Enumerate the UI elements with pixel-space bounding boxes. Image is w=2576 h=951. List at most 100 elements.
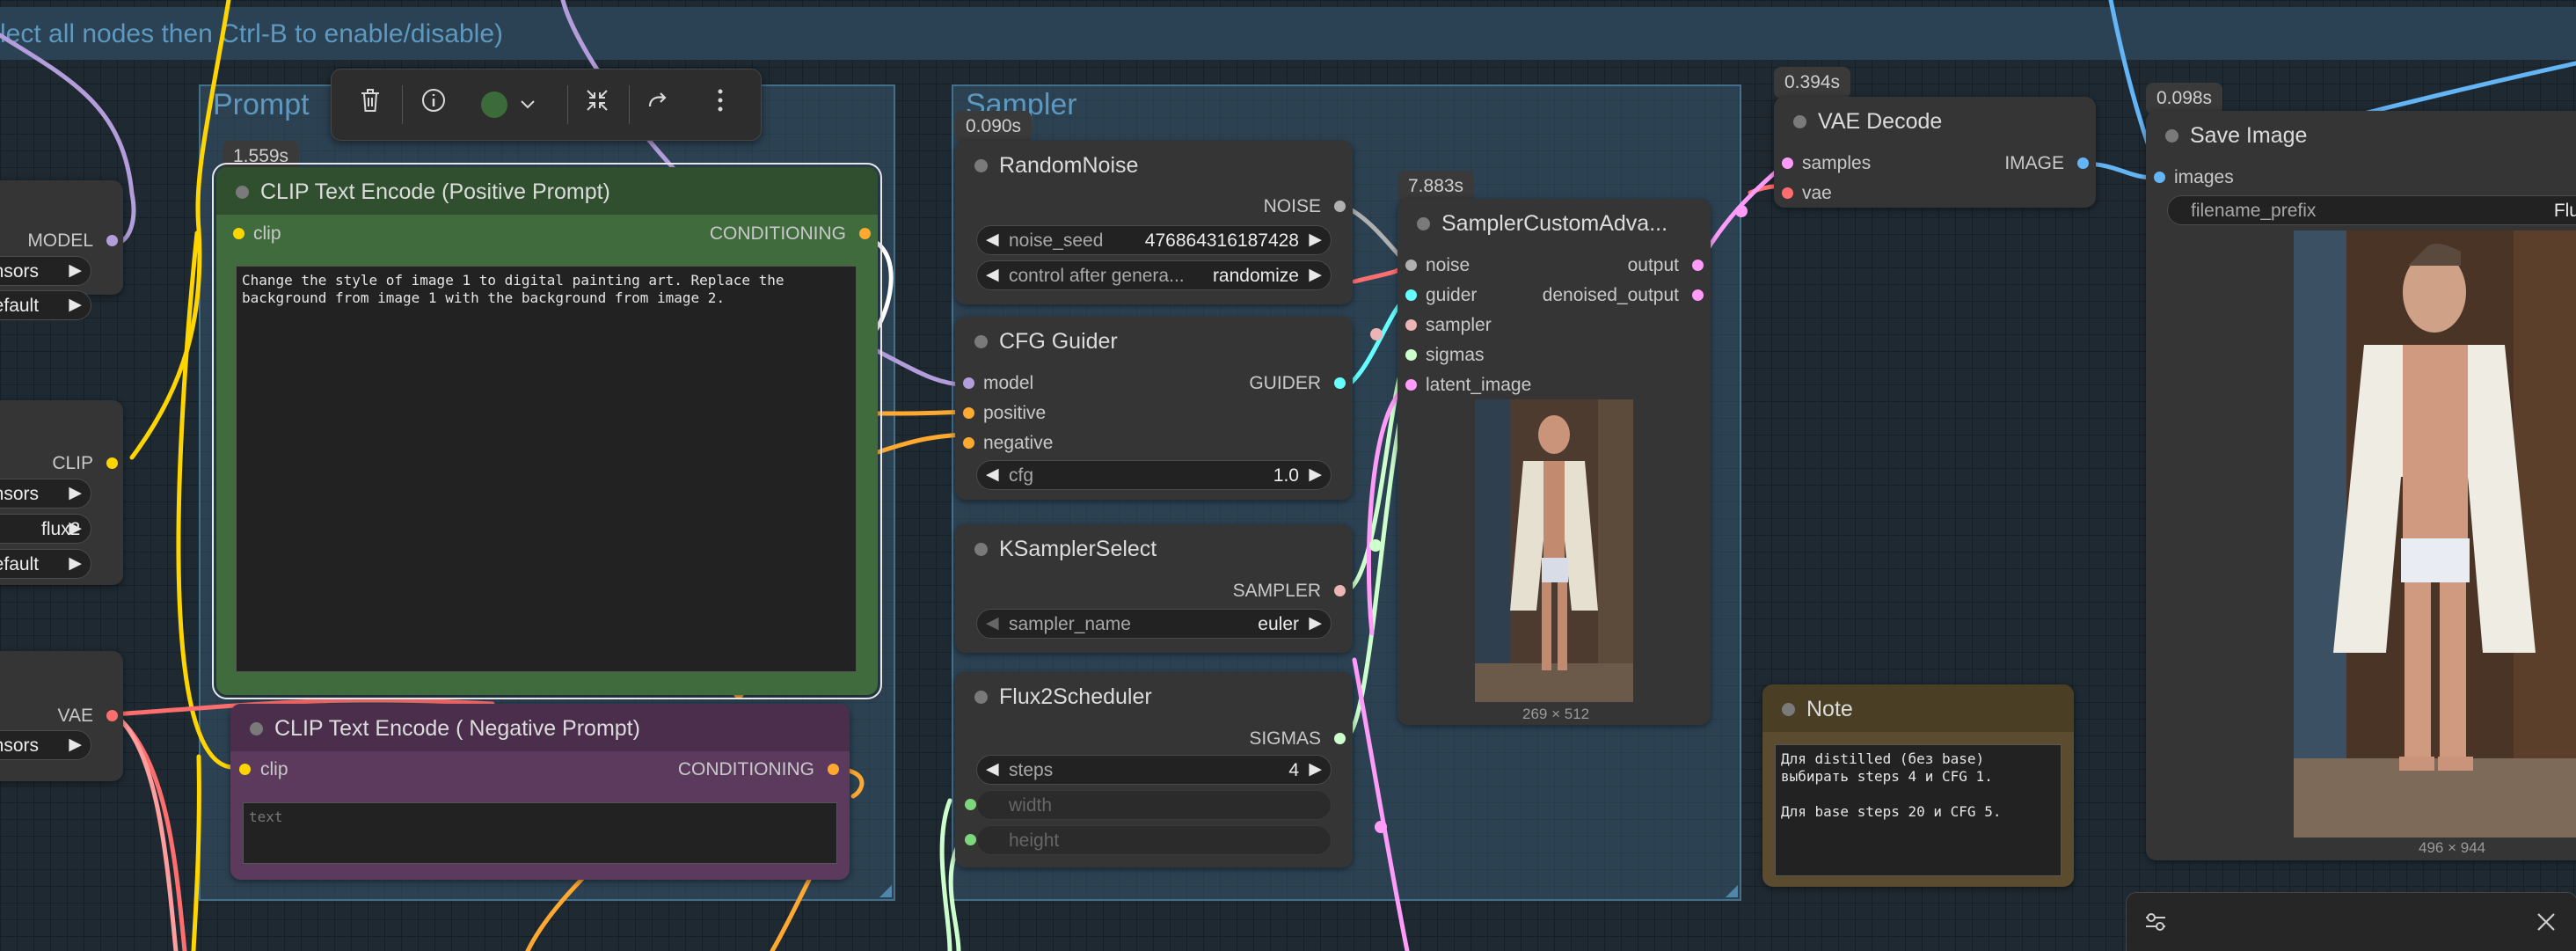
output-pin-conditioning[interactable] (859, 228, 871, 239)
prompt-textarea[interactable]: Change the style of image 1 to digital p… (236, 266, 857, 672)
node-title-bar[interactable]: Note (1762, 684, 2074, 732)
node-title: KSamplerSelect (999, 537, 1157, 561)
node-title-bar[interactable]: RandomNoise (955, 141, 1353, 188)
input-pin-width[interactable] (965, 799, 976, 810)
input-pin-height[interactable] (965, 834, 976, 845)
input-pin-negative[interactable] (963, 437, 974, 449)
collapse-dot[interactable] (974, 691, 988, 704)
cfg-widget[interactable]: ◀ cfg 1.0 ▶ (976, 460, 1332, 490)
input-label-positive: positive (983, 403, 1047, 423)
execution-time-badge: 7.883s (1397, 171, 1475, 202)
node-title-bar[interactable]: CFG Guider (955, 317, 1353, 364)
cond-wire-neg-2 (872, 432, 967, 456)
node-title-bar[interactable]: Save Image (2146, 111, 2576, 158)
node-random-noise[interactable]: RandomNoise NOISE ◀ noise_seed 47686431618… (955, 141, 1353, 304)
node-clip-loader-partial[interactable]: CLIP ensors▶ flux2▶ default▶ (0, 400, 123, 585)
node-title-bar[interactable]: VAE Decode (1774, 97, 2096, 144)
node-title-bar[interactable]: CLIP Text Encode ( Negative Prompt) (230, 704, 850, 751)
collapse-dot[interactable] (974, 543, 988, 556)
control-after-generate-widget[interactable]: ◀ control after genera... randomize ▶ (976, 260, 1332, 290)
sampler-name-widget[interactable]: ◀ sampler_name euler ▶ (976, 609, 1332, 639)
output-pin-model[interactable] (106, 235, 118, 246)
collapse-dot[interactable] (974, 335, 988, 348)
output-pin-vae[interactable] (106, 710, 118, 721)
node-title-bar[interactable]: Flux2Scheduler (955, 672, 1353, 720)
node-canvas[interactable]: lect all nodes then Ctrl-B to enable/dis… (0, 0, 2576, 951)
collapse-dot[interactable] (974, 159, 988, 172)
preview-image[interactable] (1475, 399, 1633, 702)
input-pin-images[interactable] (2154, 172, 2165, 183)
node-title-bar[interactable]: SamplerCustomAdva... (1397, 199, 1711, 246)
node-checkpoint-loader-partial[interactable]: MODEL ensors▶ default▶ (0, 180, 123, 320)
input-pin-sigmas[interactable] (1405, 349, 1417, 361)
bypass-button[interactable] (641, 87, 676, 122)
node-save-image[interactable]: Save Image images filename_prefix Flu 49… (2146, 111, 2576, 860)
node-cfg-guider[interactable]: CFG Guider model GUIDER positive negativ… (955, 317, 1353, 500)
input-label-clip: clip (253, 223, 281, 244)
input-pin-latent[interactable] (1405, 379, 1417, 391)
note-textarea[interactable]: Для distilled (без base) выбирать steps … (1775, 744, 2062, 876)
height-widget[interactable]: height (976, 825, 1332, 855)
output-pin-sigmas[interactable] (1334, 733, 1346, 744)
output-pin-image[interactable] (2077, 157, 2089, 169)
node-sampler-custom-advanced[interactable]: SamplerCustomAdva... noise output guider… (1397, 199, 1711, 725)
node-vae-loader-partial[interactable]: VAE ensors▶ (0, 651, 123, 781)
filename-prefix-widget[interactable]: filename_prefix Flu (2167, 195, 2576, 225)
output-pin-noise[interactable] (1334, 201, 1346, 212)
color-picker-button[interactable] (481, 87, 543, 122)
combo-widget[interactable]: ensors▶ (0, 479, 91, 508)
collapse-dot[interactable] (250, 722, 263, 735)
node-title-bar[interactable]: CLIP Text Encode (Positive Prompt) (216, 167, 878, 215)
output-label-vae: VAE (57, 706, 93, 726)
input-pin-clip[interactable] (233, 228, 244, 239)
close-button[interactable] (2535, 911, 2558, 933)
collapse-dot[interactable] (1417, 217, 1430, 230)
output-label-image: IMAGE (2004, 153, 2064, 173)
node-clip-text-encode-negative[interactable]: CLIP Text Encode ( Negative Prompt) clip… (230, 704, 850, 880)
execution-time-badge: 0.090s (955, 111, 1033, 143)
noise-seed-widget[interactable]: ◀ noise_seed 476864316187428 ▶ (976, 225, 1332, 255)
steps-widget[interactable]: ◀ steps 4 ▶ (976, 755, 1332, 785)
collapse-dot[interactable] (1793, 115, 1806, 128)
delete-button[interactable] (353, 87, 388, 122)
output-image[interactable] (2294, 230, 2576, 838)
output-pin-denoised[interactable] (1692, 289, 1704, 301)
output-pin-conditioning[interactable] (828, 764, 839, 775)
output-pin-output[interactable] (1692, 260, 1704, 271)
settings-button[interactable] (2142, 909, 2169, 935)
properties-panel[interactable] (2126, 892, 2576, 951)
width-widget[interactable]: width (976, 790, 1332, 820)
input-pin-noise[interactable] (1405, 260, 1417, 271)
node-vae-decode[interactable]: VAE Decode samples IMAGE vae (1774, 97, 2096, 208)
execution-time-badge: 0.098s (2146, 83, 2223, 114)
output-pin-clip[interactable] (106, 457, 118, 469)
combo-widget[interactable]: ensors▶ (0, 256, 91, 286)
combo-widget[interactable]: default▶ (0, 549, 91, 579)
collapse-dot[interactable] (236, 186, 249, 199)
output-pin-guider[interactable] (1334, 377, 1346, 389)
node-flux2-scheduler[interactable]: Flux2Scheduler SIGMAS ◀ steps 4 ▶ width hei… (955, 672, 1353, 867)
input-pin-positive[interactable] (963, 407, 974, 419)
combo-widget[interactable]: default▶ (0, 290, 91, 320)
combo-widget[interactable]: ensors▶ (0, 730, 91, 760)
output-pin-sampler[interactable] (1334, 585, 1346, 596)
input-pin-clip[interactable] (239, 764, 251, 775)
collapse-dot[interactable] (1782, 703, 1795, 716)
info-button[interactable] (416, 87, 451, 122)
input-pin-vae[interactable] (1782, 187, 1793, 199)
collapse-dot[interactable] (2165, 129, 2178, 143)
input-pin-model[interactable] (963, 377, 974, 389)
node-title-bar[interactable]: KSamplerSelect (955, 524, 1353, 572)
node-clip-text-encode-positive[interactable]: CLIP Text Encode (Positive Prompt) clip … (212, 163, 882, 699)
cond-wire-pos-2 (872, 409, 970, 416)
output-image-art (2294, 230, 2576, 838)
input-pin-guider[interactable] (1405, 289, 1417, 301)
collapse-button[interactable] (580, 87, 615, 122)
more-button[interactable] (703, 87, 738, 122)
node-ksampler-select[interactable]: KSamplerSelect SAMPLER ◀ sampler_name eule… (955, 524, 1353, 653)
input-pin-sampler[interactable] (1405, 319, 1417, 331)
combo-widget[interactable]: flux2 ▶ (0, 514, 91, 544)
input-pin-samples[interactable] (1782, 157, 1793, 169)
negative-prompt-textarea[interactable]: text (243, 802, 837, 864)
node-note[interactable]: Note Для distilled (без base) выбирать s… (1762, 684, 2074, 887)
